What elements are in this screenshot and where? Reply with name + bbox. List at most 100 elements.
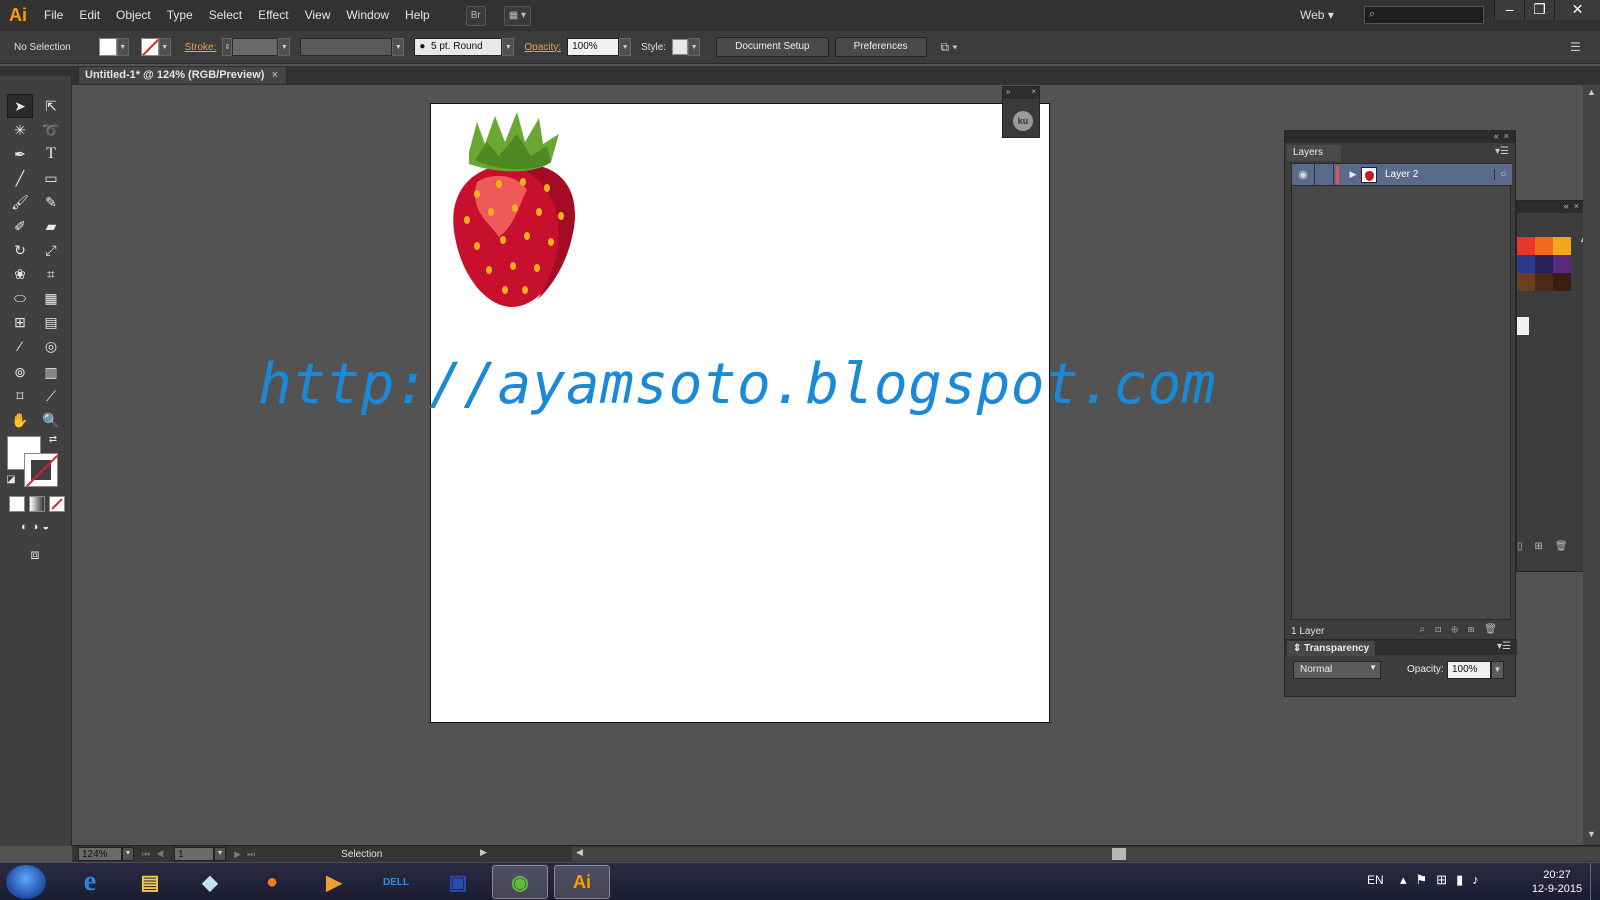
white-swatch[interactable]: [1517, 317, 1529, 335]
swatch[interactable]: [1535, 255, 1553, 273]
menu-object[interactable]: Object: [108, 0, 159, 31]
menu-edit[interactable]: Edit: [71, 0, 108, 31]
search-input[interactable]: ⌕: [1364, 6, 1484, 24]
artboard-prev-icons[interactable]: ⏮◀: [142, 849, 170, 860]
drawing-modes-icon[interactable]: ◐◑◒: [7, 518, 67, 536]
variable-width-profile[interactable]: [300, 38, 393, 56]
close-tab-icon[interactable]: ×: [272, 67, 278, 84]
swatch[interactable]: [1535, 237, 1553, 255]
stroke-color-swatch[interactable]: [140, 38, 159, 56]
visibility-eye-icon[interactable]: ◉: [1292, 168, 1314, 181]
line-tool-icon[interactable]: ╱: [7, 166, 33, 190]
swatches-footer-icons[interactable]: ▯⊞🗑: [1517, 541, 1587, 552]
stroke-weight-dropdown[interactable]: ▼: [278, 38, 291, 56]
show-desktop-button[interactable]: [1590, 863, 1600, 900]
free-transform-tool-icon[interactable]: ⌗: [38, 262, 64, 286]
close-window-button[interactable]: ✕: [1554, 0, 1600, 20]
evernote-icon[interactable]: ◉: [492, 865, 548, 899]
style-dropdown[interactable]: ▼: [688, 38, 701, 56]
workspace-switcher[interactable]: Web ▾: [1300, 8, 1334, 22]
bridge-button[interactable]: Br: [465, 5, 486, 26]
scroll-left-icon[interactable]: ◀: [576, 847, 583, 858]
kuler-button[interactable]: ku: [1013, 111, 1033, 131]
blend-tool-icon[interactable]: ◎: [38, 334, 64, 358]
horizontal-scrollbar[interactable]: ◀ ▶: [572, 847, 1600, 861]
clock[interactable]: 20:27 12-9-2015: [1520, 868, 1594, 896]
restore-button[interactable]: ❐: [1524, 0, 1554, 20]
tab-layers[interactable]: Layers: [1287, 145, 1341, 161]
internet-explorer-icon[interactable]: e: [62, 865, 118, 899]
panel-menu-icon[interactable]: ☰: [1570, 40, 1581, 54]
screen-mode-icon[interactable]: ⧈: [20, 544, 50, 564]
strawberry-artwork[interactable]: [447, 112, 587, 312]
firefox-icon[interactable]: ●: [244, 865, 300, 899]
expand-triangle-icon[interactable]: ▶: [1345, 169, 1361, 180]
pen-tool-icon[interactable]: ✒: [7, 142, 33, 166]
menu-view[interactable]: View: [297, 0, 339, 31]
artboard-number-field[interactable]: 1: [174, 847, 215, 861]
swatch[interactable]: [1535, 273, 1553, 291]
direct-selection-tool-icon[interactable]: ⇱: [38, 94, 64, 118]
document-setup-button[interactable]: Document Setup: [716, 37, 829, 57]
artboard-next-icons[interactable]: ▶⏭: [234, 849, 261, 860]
stroke-swatch[interactable]: [24, 453, 58, 487]
selection-tool-icon[interactable]: ➤: [7, 94, 33, 118]
file-explorer-icon[interactable]: ▤: [122, 865, 178, 899]
warp-tool-icon[interactable]: ❀: [7, 262, 33, 286]
zoom-field[interactable]: 124%: [78, 847, 122, 861]
media-player-icon[interactable]: ▶: [306, 865, 362, 899]
eraser-tool-icon[interactable]: ▰: [38, 214, 64, 238]
hand-tool-icon[interactable]: ✋: [7, 408, 33, 432]
document-tab[interactable]: Untitled-1* @ 124% (RGB/Preview) ×: [78, 66, 287, 84]
width-profile-dropdown[interactable]: ▼: [392, 38, 405, 56]
blend-mode-select[interactable]: Normal ▼: [1293, 661, 1381, 679]
tab-transparency[interactable]: ⇕ Transparency: [1287, 641, 1376, 656]
symbol-sprayer-tool-icon[interactable]: ⊚: [7, 360, 33, 384]
language-indicator[interactable]: EN: [1367, 873, 1384, 887]
shape-builder-tool-icon[interactable]: ⬭: [7, 286, 33, 310]
close-icon[interactable]: ×: [1574, 201, 1579, 211]
menu-window[interactable]: Window: [338, 0, 397, 31]
notepad-icon[interactable]: ◆: [182, 865, 238, 899]
rotate-tool-icon[interactable]: ↻: [7, 238, 33, 262]
mesh-tool-icon[interactable]: ⊞: [7, 310, 33, 334]
gradient-mode-icon[interactable]: [29, 496, 45, 512]
panel-menu-icon[interactable]: ▾☰: [1497, 641, 1511, 652]
menu-help[interactable]: Help: [397, 0, 438, 31]
layer-row[interactable]: ◉ ▶ Layer 2 ○: [1292, 163, 1512, 186]
none-mode-icon[interactable]: [49, 496, 65, 512]
panel-menu-icon[interactable]: ▾☰: [1495, 146, 1509, 157]
system-tray-icons[interactable]: ▴⚑⊞▮♪: [1400, 872, 1488, 888]
paintbrush-tool-icon[interactable]: 🖌: [7, 190, 33, 214]
swatch[interactable]: [1553, 273, 1571, 291]
transparency-opacity-field[interactable]: 100%: [1447, 661, 1491, 679]
magic-wand-tool-icon[interactable]: ✳: [7, 118, 33, 142]
zoom-tool-icon[interactable]: 🔍: [38, 408, 64, 432]
stroke-weight-field[interactable]: [232, 38, 279, 56]
menu-type[interactable]: Type: [159, 0, 201, 31]
layer-name[interactable]: Layer 2: [1385, 169, 1494, 180]
arrange-icon[interactable]: ⧉ ▾: [941, 40, 958, 55]
blob-brush-tool-icon[interactable]: ✐: [7, 214, 33, 238]
collapse-icon[interactable]: «: [1494, 131, 1499, 141]
stroke-label[interactable]: Stroke:: [185, 42, 217, 53]
scroll-up-icon[interactable]: ▲: [1583, 87, 1600, 101]
save-disk-icon[interactable]: ▣: [430, 865, 486, 899]
graphic-style-swatch[interactable]: [672, 39, 689, 55]
brush-definition-field[interactable]: ● 5 pt. Round: [414, 38, 503, 56]
column-graph-tool-icon[interactable]: ▥: [38, 360, 64, 384]
stroke-dropdown[interactable]: ▼: [158, 38, 171, 56]
swatch[interactable]: [1517, 237, 1535, 255]
swatch[interactable]: [1553, 255, 1571, 273]
opacity-field[interactable]: 100%: [567, 38, 620, 56]
transparency-opacity-dropdown[interactable]: ▼: [1491, 661, 1504, 679]
swap-fill-stroke-icon[interactable]: ⇄: [46, 432, 60, 446]
zoom-dropdown[interactable]: ▼: [122, 847, 134, 861]
scroll-thumb[interactable]: [1112, 848, 1126, 860]
preferences-button[interactable]: Preferences: [834, 37, 927, 57]
lasso-tool-icon[interactable]: ➰: [38, 118, 64, 142]
swatch[interactable]: [1553, 237, 1571, 255]
dell-icon[interactable]: DELL: [368, 865, 424, 899]
arrange-documents-button[interactable]: ▦ ▾: [503, 5, 531, 26]
stroke-weight-stepper[interactable]: ⇕: [222, 38, 233, 56]
